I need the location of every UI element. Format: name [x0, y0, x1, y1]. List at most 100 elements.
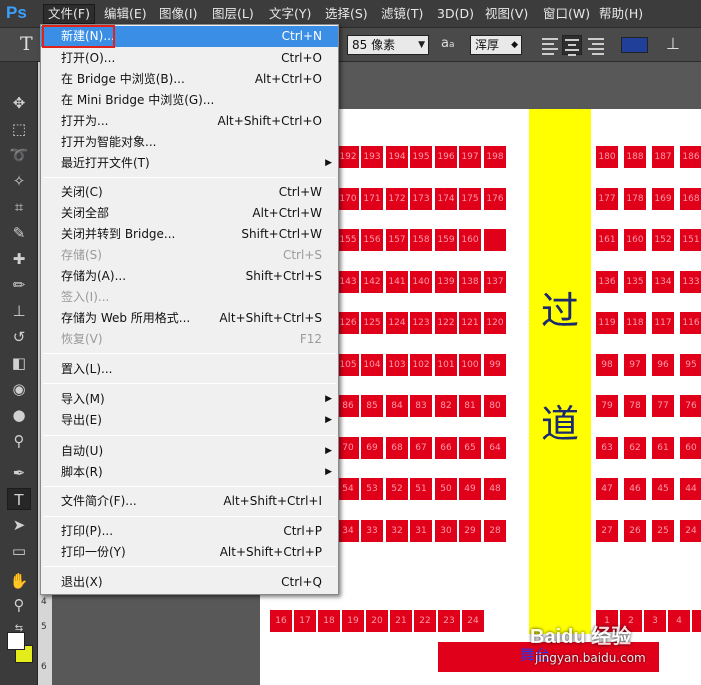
menu-item-mini-bridge[interactable]: 在 Mini Bridge 中浏览(G)...: [41, 90, 338, 111]
seat: 44: [680, 478, 701, 500]
seat: 139: [435, 270, 457, 293]
menu-item-automate[interactable]: 自动(U) ▶: [41, 441, 338, 462]
seat: 66: [435, 436, 457, 459]
menu-item-revert[interactable]: 恢复(V) F12: [41, 329, 338, 350]
menu-3d[interactable]: 3D(D): [433, 5, 478, 23]
zoom-blur-icon[interactable]: ⚲: [7, 430, 31, 452]
menu-item-save-web[interactable]: 存储为 Web 所用格式... Alt+Shift+Ctrl+S: [41, 308, 338, 329]
menu-item-bridge[interactable]: 在 Bridge 中浏览(B)... Alt+Ctrl+O: [41, 69, 338, 90]
menu-item-import[interactable]: 导入(M) ▶: [41, 389, 338, 410]
magic-wand-icon[interactable]: ✧: [7, 170, 31, 192]
seat: 97: [624, 353, 646, 376]
seat: 47: [596, 478, 618, 500]
type-tool-icon[interactable]: T: [20, 33, 33, 55]
foreground-color[interactable]: [7, 632, 25, 650]
path-select-icon[interactable]: ➤: [7, 514, 31, 536]
dodge-tool-icon[interactable]: ●: [7, 404, 31, 426]
seat: 29: [459, 519, 481, 542]
menu-item-file-info[interactable]: 文件简介(F)... Alt+Shift+Ctrl+I: [41, 491, 338, 512]
seat: 49: [459, 478, 481, 500]
menu-edit[interactable]: 编辑(E): [100, 5, 151, 23]
menu-item-close[interactable]: 关闭(C) Ctrl+W: [41, 182, 338, 203]
menu-file[interactable]: 文件(F): [43, 4, 95, 24]
stamp-tool-icon[interactable]: ⊥: [7, 300, 31, 322]
menu-layer[interactable]: 图层(L): [208, 5, 258, 23]
menu-item-export[interactable]: 导出(E) ▶: [41, 410, 338, 431]
menu-item-scripts[interactable]: 脚本(R) ▶: [41, 462, 338, 483]
menu-item-exit[interactable]: 退出(X) Ctrl+Q: [41, 572, 338, 593]
menu-item-close-bridge[interactable]: 关闭并转到 Bridge... Shift+Ctrl+W: [41, 224, 338, 245]
label: 存储为 Web 所用格式...: [61, 311, 191, 325]
shape-tool-icon[interactable]: ▭: [7, 540, 31, 562]
menu-filter[interactable]: 滤镜(T): [377, 5, 427, 23]
hand-tool-icon[interactable]: ✋: [7, 570, 31, 592]
seat: 22: [414, 610, 436, 632]
label: 打印(P)...: [61, 524, 114, 538]
brush-tool-icon[interactable]: ✏: [7, 274, 31, 296]
menu-item-check-in[interactable]: 签入(I)...: [41, 287, 338, 308]
antialias-select[interactable]: 浑厚 ◆: [470, 35, 522, 55]
seat: [484, 229, 506, 251]
warp-text-icon[interactable]: ⊥: [666, 34, 680, 53]
antialias-icon: aa: [441, 36, 454, 51]
align-left-button[interactable]: [540, 35, 560, 55]
ruler-tick: 5: [41, 622, 47, 632]
submenu-arrow-icon: ▶: [325, 446, 332, 456]
align-right-button[interactable]: [586, 35, 606, 55]
menu-window[interactable]: 窗口(W): [539, 5, 594, 23]
menu-item-open-smart[interactable]: 打开为智能对象...: [41, 132, 338, 153]
tools-panel: ✥ ⬚ ➰ ✧ ⌗ ✎ ✚ ✏ ⊥ ↺ ◧ ◉ ● ⚲ ✒ T ➤ ▭ ✋ ⚲ …: [0, 62, 38, 685]
separator: [43, 486, 336, 487]
menu-item-print-one[interactable]: 打印一份(Y) Alt+Shift+Ctrl+P: [41, 542, 338, 563]
pen-tool-icon[interactable]: ✒: [7, 462, 31, 484]
menu-help[interactable]: 帮助(H): [595, 5, 647, 23]
crop-tool-icon[interactable]: ⌗: [7, 196, 31, 218]
menu-select[interactable]: 选择(S): [321, 5, 372, 23]
menu-view[interactable]: 视图(V): [481, 5, 532, 23]
seat: 16: [270, 610, 292, 632]
menu-item-open[interactable]: 打开(O)... Ctrl+O: [41, 48, 338, 69]
seat: 53: [361, 478, 383, 500]
menu-item-place[interactable]: 置入(L)...: [41, 359, 338, 380]
menu-item-save-as[interactable]: 存储为(A)... Shift+Ctrl+S: [41, 266, 338, 287]
menu-item-open-as[interactable]: 打开为... Alt+Shift+Ctrl+O: [41, 111, 338, 132]
seat: 171: [361, 187, 383, 210]
font-size-value: 85 像素: [352, 38, 396, 52]
history-brush-icon[interactable]: ↺: [7, 326, 31, 348]
menu-item-save[interactable]: 存储(S) Ctrl+S: [41, 245, 338, 266]
chevron-down-icon: ▼: [418, 40, 425, 50]
shortcut: Alt+Shift+Ctrl+I: [223, 494, 322, 508]
shortcut: Ctrl+S: [282, 248, 322, 262]
marquee-tool-icon[interactable]: ⬚: [7, 118, 31, 140]
menu-item-print[interactable]: 打印(P)... Ctrl+P: [41, 521, 338, 542]
seat: 135: [624, 270, 646, 293]
seat: 170: [337, 187, 359, 210]
seat: 151: [680, 229, 701, 251]
text-color-swatch[interactable]: [621, 37, 648, 53]
menu-type[interactable]: 文字(Y): [265, 5, 315, 23]
menu-item-close-all[interactable]: 关闭全部 Alt+Ctrl+W: [41, 203, 338, 224]
eyedropper-icon[interactable]: ✎: [7, 222, 31, 244]
font-size-select[interactable]: 85 像素 ▼: [347, 35, 429, 55]
label: 关闭全部: [61, 206, 110, 220]
seat: 21: [390, 610, 412, 632]
zoom-tool-icon[interactable]: ⚲: [7, 594, 31, 616]
move-tool-icon[interactable]: ✥: [7, 92, 31, 114]
seat: 79: [596, 395, 618, 417]
healing-brush-icon[interactable]: ✚: [7, 248, 31, 270]
menu-item-recent[interactable]: 最近打开文件(T) ▶: [41, 153, 338, 174]
seat: 158: [410, 229, 432, 251]
align-center-button[interactable]: [562, 35, 582, 56]
seat: 95: [680, 353, 701, 376]
lasso-tool-icon[interactable]: ➰: [7, 144, 31, 166]
seat: 136: [596, 270, 618, 293]
seat: 159: [435, 229, 457, 251]
seat: 46: [624, 478, 646, 500]
eraser-tool-icon[interactable]: ◧: [7, 352, 31, 374]
shortcut: Alt+Ctrl+W: [252, 206, 322, 220]
menu-image[interactable]: 图像(I): [155, 5, 201, 23]
paint-bucket-icon[interactable]: ◉: [7, 378, 31, 400]
seat: 152: [652, 229, 674, 251]
seat: 77: [652, 395, 674, 417]
text-tool-icon[interactable]: T: [7, 488, 31, 510]
